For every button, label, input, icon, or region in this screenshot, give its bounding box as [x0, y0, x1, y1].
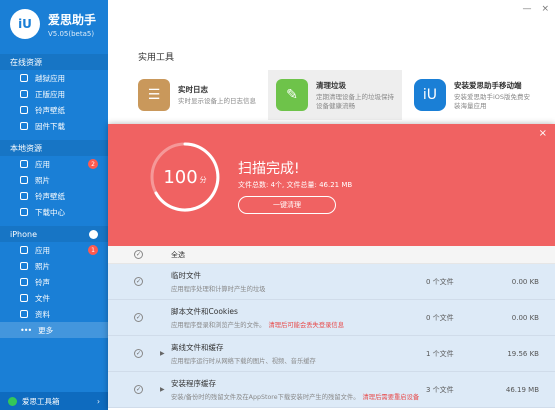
sidebar-item-local-photos[interactable]: 照片 [0, 172, 108, 188]
apps-icon [20, 246, 28, 254]
tools-title: 实用工具 [138, 53, 175, 63]
sidebar-item-official-apps[interactable]: 正版应用 [0, 86, 108, 102]
iu-app-icon: iU [414, 79, 446, 111]
photo-icon [20, 262, 28, 270]
scan-result-dialog: × 100 分 扫描完成! 文件总数: 4个, 文件总量: 46.21 MB 一… [108, 124, 555, 410]
tool-install-mobile[interactable]: iU 安装爱思助手移动端 安装爱思助手iOS版免费安装海量应用 [406, 70, 540, 120]
score-display: 100 分 [148, 140, 222, 214]
section-local-resources: 本地资源 [0, 140, 108, 156]
close-icon[interactable]: × [539, 128, 547, 139]
file-icon [20, 294, 28, 302]
list-item[interactable]: ✓ ▶ 离线文件和缓存 应用程序运行时从网络下载的图片、视频、音乐缓存 1 个文… [108, 336, 555, 372]
warning-text: 清理后可能会丢失登录信息 [268, 322, 345, 329]
sidebar-item-iphone-photos[interactable]: 照片 [0, 258, 108, 274]
log-icon: ☰ [138, 79, 170, 111]
ringtone-icon [20, 278, 28, 286]
info-icon [20, 310, 28, 318]
tool-clean-junk[interactable]: ✎ 清理垃圾 定期清理设备上的垃圾保持设备健康流畅 [268, 70, 402, 120]
scan-title: 扫描完成! [238, 161, 300, 177]
item-checkbox[interactable]: ✓ [134, 313, 143, 322]
photo-icon [20, 176, 28, 184]
tool-realtime-log[interactable]: ☰ 实时日志 实时显示设备上的日志信息 [130, 70, 264, 120]
list-item[interactable]: ✓ ▶ 安装程序缓存 安装/备份时的残留文件及在AppStore下载安装时产生的… [108, 372, 555, 408]
sidebar: iU 爱思助手 V5.05(beta5) 在线资源 越狱应用 正版应用 铃声壁纸… [0, 0, 108, 410]
toolbox-icon [8, 396, 17, 406]
sidebar-item-more[interactable]: ••• 更多 [0, 322, 108, 338]
expand-arrow-icon[interactable]: ▶ [160, 350, 165, 357]
jailbreak-icon [20, 74, 28, 82]
sidebar-item-iphone-apps[interactable]: 应用 1 [0, 242, 108, 258]
sidebar-item-iphone-files[interactable]: 文件 [0, 290, 108, 306]
download-icon [20, 208, 28, 216]
select-all-row[interactable]: ✓ 全选 [108, 246, 555, 264]
sidebar-item-local-ringtones[interactable]: 铃声壁纸 [0, 188, 108, 204]
list-item[interactable]: ✓ 临时文件 应用程序处理和计算时产生的垃圾 0 个文件 0.00 KB [108, 264, 555, 300]
toolbox-button[interactable]: 爱思工具箱 › [0, 392, 108, 410]
sidebar-item-local-apps[interactable]: 应用 2 [0, 156, 108, 172]
one-click-clean-button[interactable]: 一键清理 [238, 196, 336, 214]
sidebar-item-iphone-info[interactable]: 资料 [0, 306, 108, 322]
window-close-button[interactable]: × [541, 4, 549, 14]
minimize-button[interactable]: — [522, 4, 531, 14]
app-logo: iU [10, 9, 40, 39]
scan-banner: × 100 分 扫描完成! 文件总数: 4个, 文件总量: 46.21 MB 一… [108, 124, 555, 246]
section-online-resources: 在线资源 [0, 54, 108, 70]
window-controls: — × [522, 4, 549, 14]
sidebar-item-ringtones-wallpapers[interactable]: 铃声壁纸 [0, 102, 108, 118]
select-all-checkbox[interactable]: ✓ [134, 250, 143, 259]
item-checkbox[interactable]: ✓ [134, 277, 143, 286]
sidebar-item-firmware-download[interactable]: 固件下载 [0, 118, 108, 134]
expand-arrow-icon[interactable]: ▶ [160, 386, 165, 393]
section-iphone: iPhone [0, 226, 108, 242]
score-value: 100 [163, 166, 198, 188]
item-checkbox[interactable]: ✓ [134, 385, 143, 394]
score-unit: 分 [199, 175, 207, 184]
brand: iU 爱思助手 V5.05(beta5) [0, 0, 108, 48]
count-badge: 2 [88, 159, 98, 169]
apps-icon [20, 160, 28, 168]
ringtone-icon [20, 106, 28, 114]
broom-icon: ✎ [276, 79, 308, 111]
firmware-icon [20, 122, 28, 130]
ringtone-icon [20, 192, 28, 200]
warning-text: 清理后需要重启设备 [362, 394, 420, 401]
item-checkbox[interactable]: ✓ [134, 349, 143, 358]
junk-list: ✓ 全选 ✓ 临时文件 应用程序处理和计算时产生的垃圾 0 个文件 0.00 K… [108, 246, 555, 408]
list-item[interactable]: ✓ 脚本文件和Cookies 应用程序登录和浏览产生的文件。 清理后可能会丢失登录… [108, 300, 555, 336]
sidebar-item-jailbreak-apps[interactable]: 越狱应用 [0, 70, 108, 86]
connected-check-icon [89, 230, 98, 239]
scan-stats: 文件总数: 4个, 文件总量: 46.21 MB [238, 181, 353, 189]
app-icon [20, 90, 28, 98]
sidebar-item-iphone-ringtones[interactable]: 铃声 [0, 274, 108, 290]
app-name: 爱思助手 [48, 12, 97, 27]
sidebar-item-download-center[interactable]: 下载中心 [0, 204, 108, 220]
count-badge: 1 [88, 245, 98, 255]
chevron-right-icon: › [97, 396, 100, 406]
app-version: V5.05(beta5) [48, 29, 95, 38]
more-icon: ••• [20, 325, 32, 335]
